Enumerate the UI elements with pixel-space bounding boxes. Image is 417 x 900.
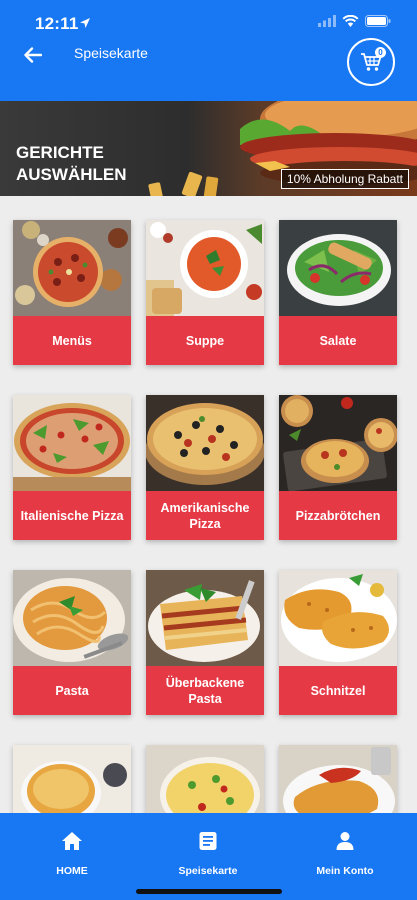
category-label: Schnitzel [279, 666, 397, 715]
pizza-platter-image [13, 220, 131, 316]
category-label: Suppe [146, 316, 264, 365]
italian-pizza-image [13, 395, 131, 491]
cart-button[interactable]: 0 [347, 38, 395, 86]
cart-count-badge: 0 [375, 47, 386, 58]
category-label: Pizzabrötchen [279, 491, 397, 540]
nav-mein-konto[interactable]: Mein Konto [290, 831, 400, 877]
spaghetti-image [13, 570, 131, 666]
category-card[interactable] [13, 745, 131, 813]
status-indicators [318, 15, 391, 27]
banner-title: GERICHTE AUSWÄHLEN [16, 143, 127, 184]
category-label: Amerikanische Pizza [146, 491, 264, 540]
casserole-image [13, 745, 131, 813]
menu-book-icon [199, 832, 217, 850]
page-title: Speisekarte [74, 45, 148, 61]
american-pizza-image [146, 395, 264, 491]
category-card-menus[interactable]: Menüs [13, 220, 131, 365]
back-button[interactable] [18, 40, 48, 70]
category-label: Pasta [13, 666, 131, 715]
category-label: Überbackene Pasta [146, 666, 264, 715]
category-label: Salate [279, 316, 397, 365]
nav-label: HOME [56, 865, 88, 877]
category-label: Menüs [13, 316, 131, 365]
category-grid: Menüs Suppe Salate Italienische Pizza Am… [0, 196, 417, 813]
category-card-suppe[interactable]: Suppe [146, 220, 264, 365]
status-time: 12:11 [35, 14, 79, 33]
schnitzel-image [279, 570, 397, 666]
battery-icon [365, 15, 391, 27]
category-card-pizzabroetchen[interactable]: Pizzabrötchen [279, 395, 397, 540]
nav-label: Speisekarte [178, 865, 238, 877]
wifi-icon [342, 15, 359, 27]
cordon-bleu-image [279, 745, 397, 813]
category-card-salate[interactable]: Salate [279, 220, 397, 365]
omelette-image [146, 745, 264, 813]
bottom-navigation: HOME Speisekarte Mein Konto [0, 813, 417, 900]
category-card-italienische-pizza[interactable]: Italienische Pizza [13, 395, 131, 540]
app-screen: 12:11 Speisekarte 0 GERICHTE AUSWÄHLEN 1… [0, 0, 417, 900]
top-app-bar: 12:11 Speisekarte 0 [0, 0, 417, 101]
category-card-amerikanische-pizza[interactable]: Amerikanische Pizza [146, 395, 264, 540]
category-card-schnitzel[interactable]: Schnitzel [279, 570, 397, 715]
discount-badge: 10% Abholung Rabatt [280, 169, 409, 189]
category-card-ueberbackene-pasta[interactable]: Überbackene Pasta [146, 570, 264, 715]
nav-speisekarte[interactable]: Speisekarte [153, 831, 263, 877]
pizza-rolls-image [279, 395, 397, 491]
salad-bowl-image [279, 220, 397, 316]
category-label: Italienische Pizza [13, 491, 131, 540]
lasagna-image [146, 570, 264, 666]
location-arrow-icon [80, 18, 90, 28]
arrow-left-icon [24, 47, 42, 63]
promo-banner[interactable]: GERICHTE AUSWÄHLEN 10% Abholung Rabatt [0, 101, 417, 196]
home-icon [62, 832, 82, 850]
signal-icon [318, 15, 336, 27]
account-icon [336, 832, 354, 850]
tomato-soup-image [146, 220, 264, 316]
home-indicator [136, 889, 282, 894]
nav-home[interactable]: HOME [17, 831, 127, 877]
nav-label: Mein Konto [316, 865, 374, 877]
category-card-pasta[interactable]: Pasta [13, 570, 131, 715]
category-card[interactable] [279, 745, 397, 813]
category-card[interactable] [146, 745, 264, 813]
